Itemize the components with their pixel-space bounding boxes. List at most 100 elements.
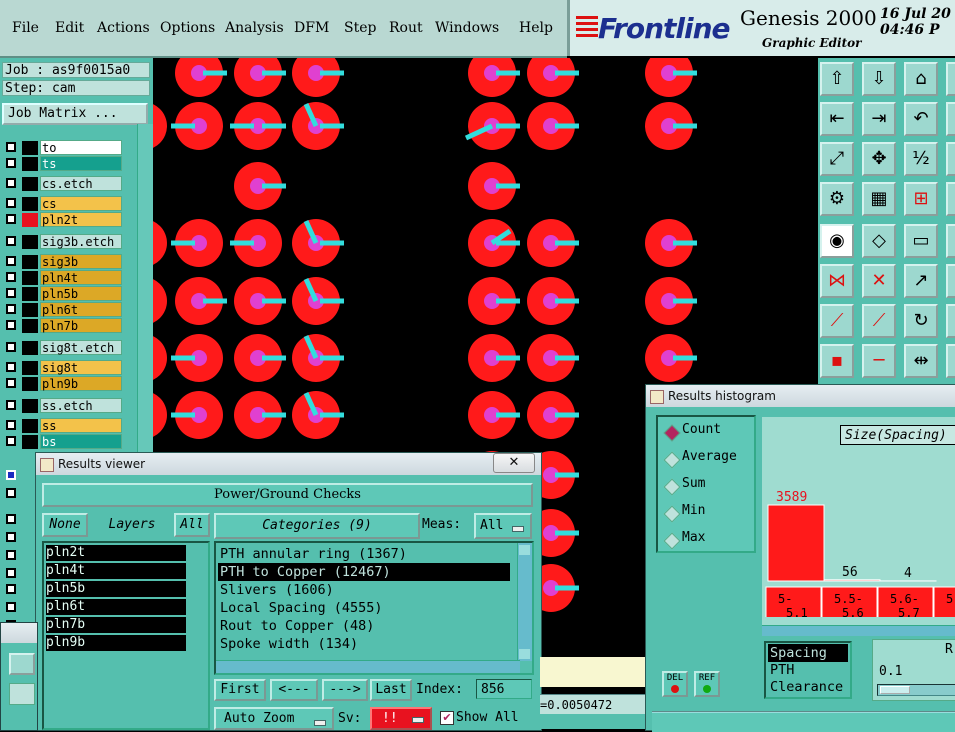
pad[interactable]: [153, 334, 167, 382]
result-layer-item[interactable]: pln7b: [46, 617, 186, 633]
layer-row[interactable]: sig3b: [2, 254, 122, 270]
tool-button[interactable]: ⊞: [904, 182, 938, 216]
tool-button[interactable]: ⇧: [820, 62, 854, 96]
layer-color-swatch[interactable]: [22, 435, 38, 449]
menu-file[interactable]: File: [12, 20, 39, 36]
pad[interactable]: [645, 277, 697, 325]
tool-button[interactable]: ▪: [946, 142, 955, 176]
pad[interactable]: [292, 391, 344, 439]
pad[interactable]: [234, 334, 286, 382]
result-layer-item[interactable]: pln2t: [46, 545, 186, 561]
layer-row[interactable]: cs.etch: [2, 176, 122, 192]
meas-dropdown[interactable]: All: [474, 513, 532, 539]
pad[interactable]: [234, 277, 286, 325]
histogram-titlebar[interactable]: Results histogram: [646, 385, 955, 407]
layer-checkbox[interactable]: [6, 400, 16, 410]
stat-radio[interactable]: [664, 506, 681, 523]
pad[interactable]: [527, 58, 579, 97]
stat-radio[interactable]: [664, 479, 681, 496]
tool-button[interactable]: ½: [904, 142, 938, 176]
result-layer-item[interactable]: pln5b: [46, 581, 186, 597]
pad[interactable]: [171, 102, 223, 150]
tool-button[interactable]: ↗: [904, 264, 938, 298]
tool-button[interactable]: ◇: [862, 224, 896, 258]
menu-rout[interactable]: Rout: [389, 20, 423, 36]
layer-checkbox[interactable]: [6, 378, 16, 388]
layer-row[interactable]: sig3b.etch: [2, 234, 122, 250]
layer-row[interactable]: [2, 512, 36, 528]
tool-button[interactable]: ▪: [820, 344, 854, 378]
pad[interactable]: [171, 391, 223, 439]
layer-checkbox[interactable]: [6, 602, 16, 612]
pad[interactable]: [468, 277, 520, 325]
tool-button[interactable]: ⋈: [820, 264, 854, 298]
category-item[interactable]: Local Spacing (4555): [218, 599, 383, 617]
layer-results-list[interactable]: pln2tpln4tpln5bpln6tpln7bpln9b: [42, 541, 210, 730]
layer-checkbox[interactable]: [6, 488, 16, 498]
layer-row[interactable]: pln9b: [2, 376, 122, 392]
tool-button[interactable]: ⤢: [820, 142, 854, 176]
layer-row[interactable]: to: [2, 140, 122, 156]
pad[interactable]: [234, 58, 286, 97]
layer-color-swatch[interactable]: [22, 361, 38, 375]
tool-button[interactable]: ▪: [946, 182, 955, 216]
layer-row[interactable]: ts: [2, 156, 122, 172]
layer-row[interactable]: bs: [2, 434, 122, 450]
result-layer-item[interactable]: pln4t: [46, 563, 186, 579]
tool-button[interactable]: ▪: [946, 344, 955, 378]
histogram-bar[interactable]: [824, 580, 880, 581]
stat-radio[interactable]: [664, 452, 681, 469]
category-scrollbar[interactable]: [517, 543, 532, 661]
pad[interactable]: [645, 334, 697, 382]
pad[interactable]: [645, 58, 697, 97]
layer-checkbox[interactable]: [6, 532, 16, 542]
measure-item[interactable]: PTH: [768, 661, 794, 679]
layer-checkbox[interactable]: [6, 362, 16, 372]
pad[interactable]: [171, 334, 223, 382]
tool-button[interactable]: ⟋: [820, 304, 854, 338]
layer-row[interactable]: [2, 600, 36, 616]
layer-row[interactable]: cs: [2, 196, 122, 212]
layer-color-swatch[interactable]: [22, 377, 38, 391]
del-button[interactable]: DEL: [662, 671, 688, 697]
layer-color-swatch[interactable]: [22, 419, 38, 433]
layer-checkbox[interactable]: [6, 304, 16, 314]
pad[interactable]: [468, 58, 520, 97]
layer-color-swatch[interactable]: [22, 255, 38, 269]
pad[interactable]: [153, 391, 167, 439]
pad[interactable]: [175, 58, 227, 97]
tool-button[interactable]: ▪: [946, 62, 955, 96]
none-button[interactable]: None: [42, 513, 88, 537]
layer-row[interactable]: sig8t.etch: [2, 340, 122, 356]
show-all-checkbox[interactable]: ✔: [440, 711, 454, 725]
severity-dropdown[interactable]: !!: [370, 707, 432, 730]
layer-checkbox[interactable]: [6, 342, 16, 352]
histogram-bar[interactable]: [768, 505, 824, 581]
layer-checkbox[interactable]: [6, 198, 16, 208]
measure-item[interactable]: Clearance: [768, 678, 843, 696]
all-button[interactable]: All: [174, 513, 210, 537]
layer-row[interactable]: ss: [2, 418, 122, 434]
pad[interactable]: [645, 219, 697, 267]
pad[interactable]: [153, 277, 167, 325]
layer-checkbox[interactable]: [6, 214, 16, 224]
pad[interactable]: [153, 102, 167, 150]
stat-radio[interactable]: [664, 533, 681, 550]
layer-checkbox[interactable]: [6, 568, 16, 578]
pad[interactable]: [468, 162, 520, 210]
pad[interactable]: [234, 162, 286, 210]
layer-color-swatch[interactable]: [22, 157, 38, 171]
category-item[interactable]: Rout to Copper (48): [218, 617, 374, 635]
tool-button[interactable]: ▭: [904, 224, 938, 258]
category-list[interactable]: PTH annular ring (1367)PTH to Copper (12…: [214, 541, 534, 675]
tool-button[interactable]: ↻: [904, 304, 938, 338]
tool-button[interactable]: ▦: [862, 182, 896, 216]
tool-button[interactable]: ▪: [946, 224, 955, 258]
layer-color-swatch[interactable]: [22, 235, 38, 249]
index-input[interactable]: 856: [476, 679, 532, 699]
category-item[interactable]: PTH to Copper (12467): [218, 563, 510, 581]
categories-button[interactable]: Categories (9): [214, 513, 420, 539]
layer-row[interactable]: pln4t: [2, 270, 122, 286]
pad[interactable]: [527, 102, 579, 150]
tool-button[interactable]: ▪: [946, 304, 955, 338]
